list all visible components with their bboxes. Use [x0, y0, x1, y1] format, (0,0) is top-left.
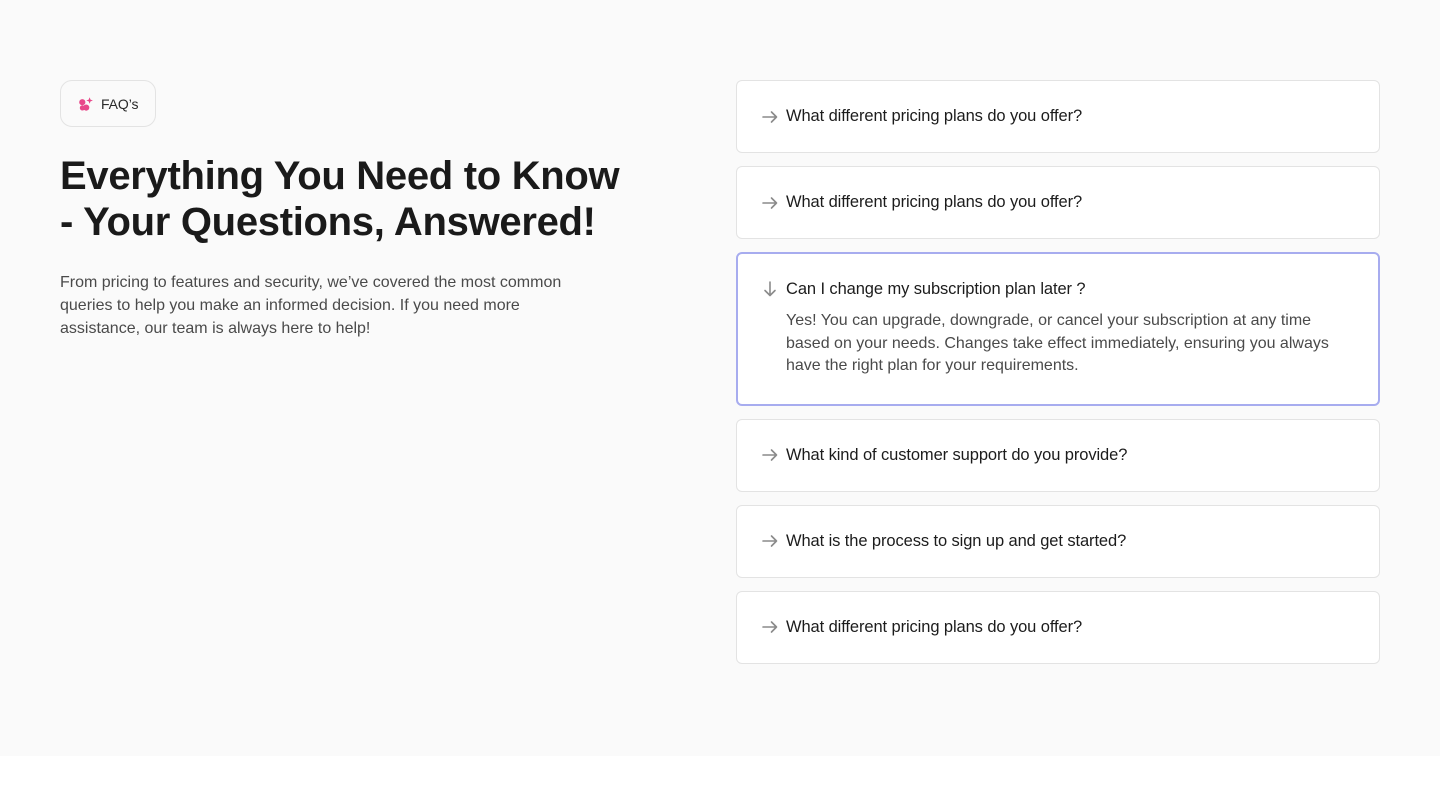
faq-section: FAQ’s Everything You Need to Know - Your… — [0, 0, 1440, 756]
faq-question: Can I change my subscription plan later … — [786, 279, 1086, 298]
arrow-right-icon — [762, 535, 778, 547]
arrow-right-icon — [762, 449, 778, 461]
faq-question-toggle[interactable]: What is the process to sign up and get s… — [761, 506, 1355, 577]
faq-item: What kind of customer support do you pro… — [736, 418, 1380, 492]
arrow-right-icon — [762, 621, 778, 633]
faq-description: From pricing to features and security, w… — [60, 274, 562, 337]
faq-question: What different pricing plans do you offe… — [786, 193, 1083, 211]
arrow-right-icon — [762, 196, 778, 209]
arrow-right-icon — [762, 110, 778, 123]
faq-question-toggle[interactable]: What kind of customer support do you pro… — [761, 420, 1355, 491]
faq-item: What is the process to sign up and get s… — [736, 504, 1380, 578]
faq-answer: Yes! You can upgrade, downgrade, or canc… — [786, 312, 1329, 374]
faq-accordion: What different pricing plans do you offe… — [736, 80, 1380, 677]
faq-item: What different pricing plans do you offe… — [736, 590, 1380, 664]
faq-question-toggle[interactable]: What different pricing plans do you offe… — [761, 167, 1355, 238]
faq-item: What different pricing plans do you offe… — [736, 166, 1380, 239]
faq-question: What different pricing plans do you offe… — [786, 107, 1083, 125]
page-title: Everything You Need to Know - Your Quest… — [60, 154, 620, 244]
faq-item: Can I change my subscription plan later … — [736, 252, 1380, 406]
faq-question-toggle[interactable]: What different pricing plans do you offe… — [761, 592, 1355, 663]
faq-badge-label: FAQ’s — [101, 95, 139, 112]
faq-question: What different pricing plans do you offe… — [786, 617, 1083, 636]
sparkle-dots-icon — [79, 96, 93, 111]
faq-intro-column: FAQ’s Everything You Need to Know - Your… — [60, 80, 620, 340]
arrow-down-icon — [764, 281, 776, 297]
faq-item: What different pricing plans do you offe… — [736, 80, 1380, 153]
faq-question-toggle[interactable]: What different pricing plans do you offe… — [761, 81, 1355, 152]
faq-question: What is the process to sign up and get s… — [786, 531, 1127, 550]
faq-badge: FAQ’s — [60, 80, 157, 127]
faq-question: What kind of customer support do you pro… — [786, 445, 1128, 464]
